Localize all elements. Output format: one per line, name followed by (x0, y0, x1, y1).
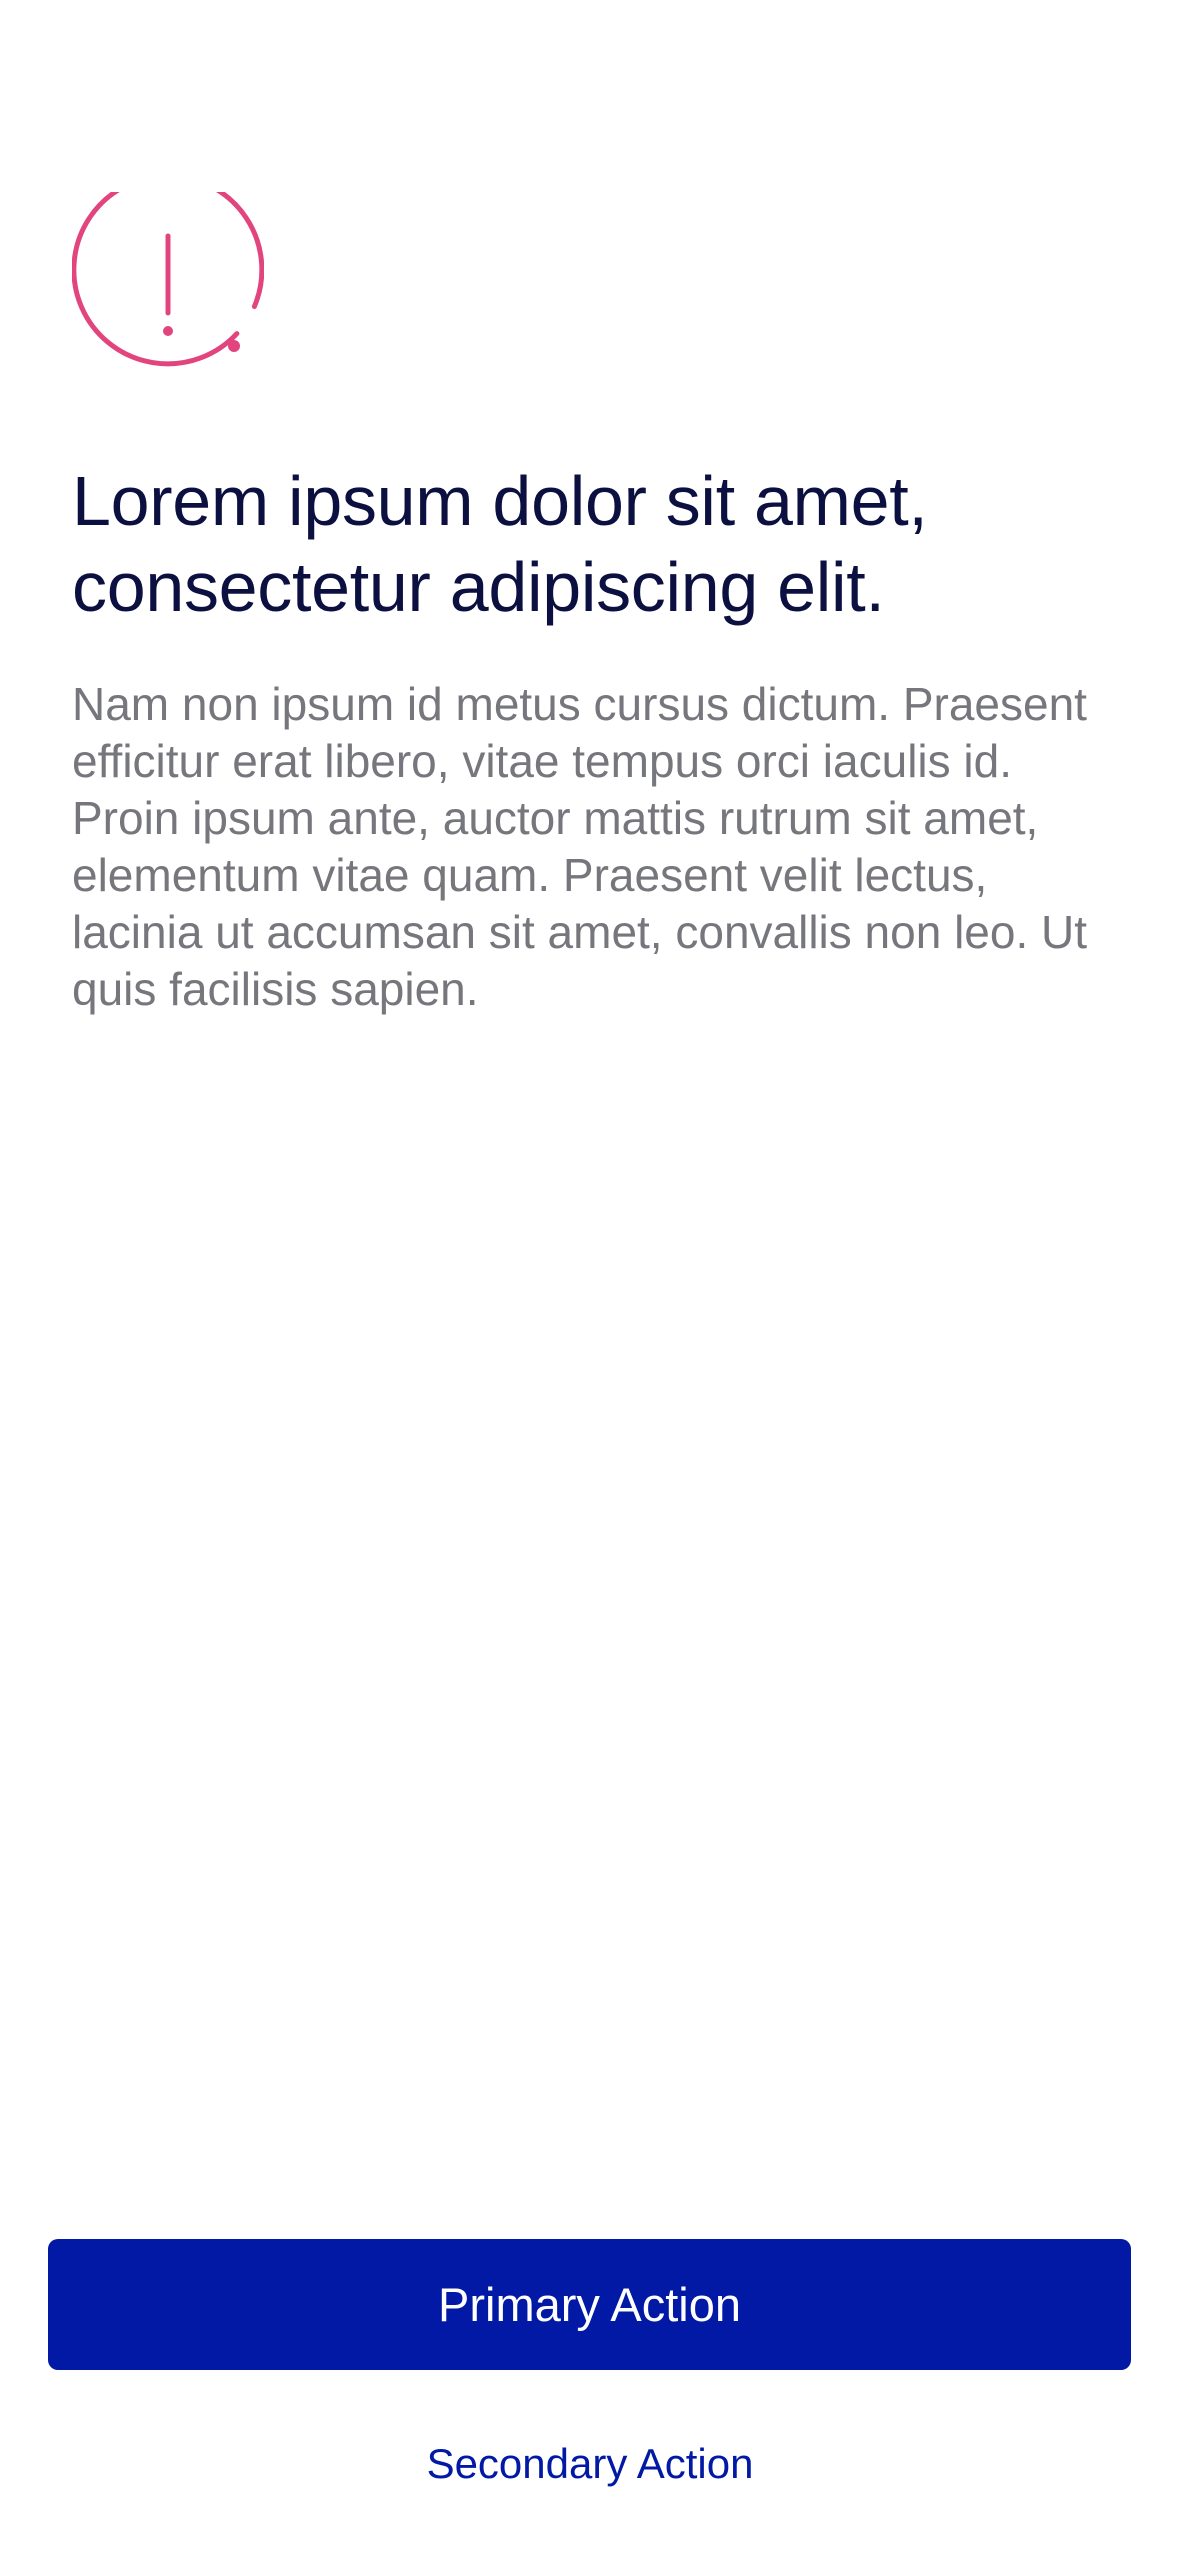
primary-action-button[interactable]: Primary Action (48, 2239, 1131, 2370)
page-title: Lorem ipsum dolor sit amet, consectetur … (72, 462, 928, 626)
secondary-action-button[interactable]: Secondary Action (290, 2420, 890, 2508)
exclamation-circle-icon (72, 192, 264, 384)
description-text: Nam non ipsum id metus cursus dictum. Pr… (72, 678, 1088, 1015)
